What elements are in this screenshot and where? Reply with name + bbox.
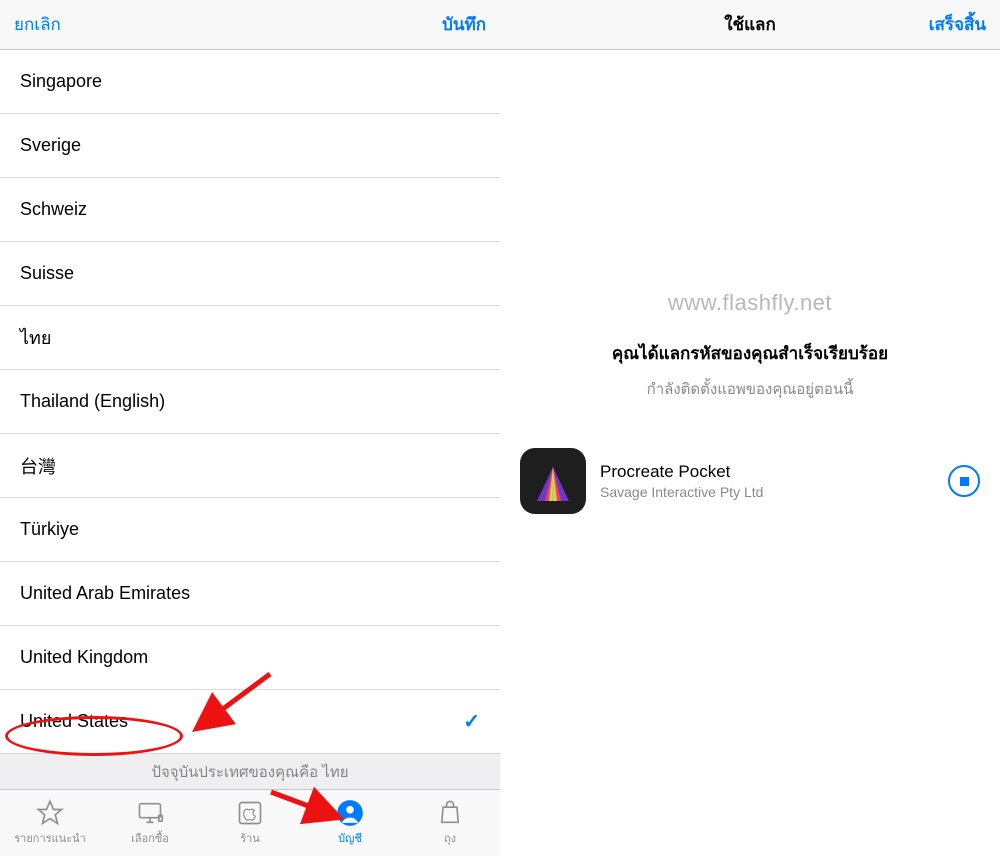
redeem-success-title: คุณได้แลกรหัสของคุณสำเร็จเรียบร้อย	[530, 340, 970, 367]
country-row[interactable]: United States ✓	[0, 690, 500, 754]
country-name: United Kingdom	[20, 647, 148, 668]
prism-icon	[531, 465, 575, 505]
tab-store[interactable]: ร้าน	[200, 799, 300, 847]
country-row[interactable]: Suisse	[0, 242, 500, 306]
country-list: Singapore Sverige Schweiz Suisse ไทย Tha…	[0, 50, 500, 754]
navbar-right: ใช้แลก เสร็จสิ้น	[500, 0, 1000, 50]
app-developer: Savage Interactive Pty Ltd	[600, 484, 934, 500]
current-country-status: ปัจจุบันประเทศของคุณคือ ไทย	[0, 754, 500, 790]
country-name: Singapore	[20, 71, 102, 92]
country-row[interactable]: Türkiye	[0, 498, 500, 562]
navbar-left: ยกเลิก บันทึก	[0, 0, 500, 50]
redeem-success-subtitle: กำลังติดตั้งแอพของคุณอยู่ตอนนี้	[530, 377, 970, 401]
tab-label: ถุง	[444, 829, 456, 847]
tab-bar: รายการแนะนำ เลือกซื้อ ร้าน บัญชี ถุง	[0, 790, 500, 856]
country-row[interactable]: United Arab Emirates	[0, 562, 500, 626]
save-button[interactable]: บันทึก	[406, 11, 486, 38]
status-text: ปัจจุบันประเทศของคุณคือ ไทย	[151, 760, 348, 784]
app-icon[interactable]	[520, 448, 586, 514]
done-button[interactable]: เสร็จสิ้น	[906, 11, 986, 38]
country-row[interactable]: 台灣	[0, 434, 500, 498]
apple-store-icon	[236, 799, 264, 827]
imac-icon	[136, 799, 164, 827]
cancel-button[interactable]: ยกเลิก	[14, 11, 94, 38]
country-name: ไทย	[20, 323, 51, 352]
watermark-text: www.flashfly.net	[500, 290, 1000, 316]
nav-title-right: ใช้แลก	[594, 11, 906, 38]
country-name: Thailand (English)	[20, 391, 165, 412]
tab-account[interactable]: บัญชี	[300, 799, 400, 847]
star-icon	[36, 799, 64, 827]
tab-label: รายการแนะนำ	[14, 829, 86, 847]
country-name: Sverige	[20, 135, 81, 156]
country-row[interactable]: Sverige	[0, 114, 500, 178]
country-row[interactable]: United Kingdom	[0, 626, 500, 690]
country-row[interactable]: Schweiz	[0, 178, 500, 242]
stop-icon	[960, 477, 969, 486]
country-row[interactable]: Thailand (English)	[0, 370, 500, 434]
tab-shop[interactable]: เลือกซื้อ	[100, 799, 200, 847]
bag-icon	[436, 799, 464, 827]
country-name: United States	[20, 711, 128, 732]
tab-label: เลือกซื้อ	[131, 829, 169, 847]
tab-bag[interactable]: ถุง	[400, 799, 500, 847]
app-name: Procreate Pocket	[600, 462, 934, 482]
app-row: Procreate Pocket Savage Interactive Pty …	[520, 448, 980, 514]
country-row[interactable]: Singapore	[0, 50, 500, 114]
checkmark-icon: ✓	[463, 709, 480, 734]
stop-download-button[interactable]	[948, 465, 980, 497]
country-name: Türkiye	[20, 519, 79, 540]
person-circle-icon	[336, 799, 364, 827]
country-row[interactable]: ไทย	[0, 306, 500, 370]
country-name: Suisse	[20, 263, 74, 284]
tab-label: ร้าน	[240, 829, 260, 847]
country-name: United Arab Emirates	[20, 583, 190, 604]
country-name: Schweiz	[20, 199, 87, 220]
country-name: 台灣	[20, 453, 56, 479]
tab-label: บัญชี	[338, 829, 362, 847]
tab-featured[interactable]: รายการแนะนำ	[0, 799, 100, 847]
